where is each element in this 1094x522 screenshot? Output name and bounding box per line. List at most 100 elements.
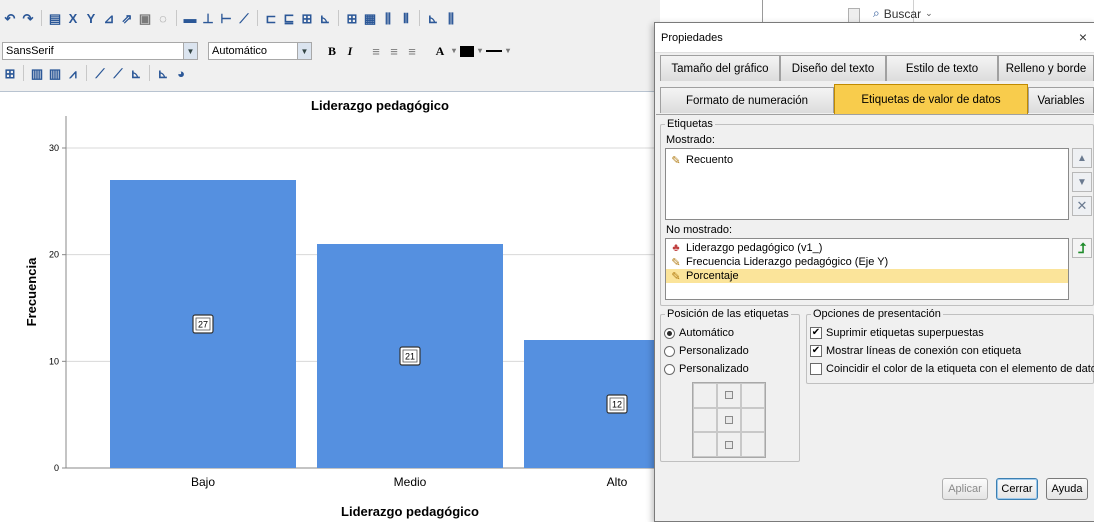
- stacked-icon[interactable]: ⫴: [398, 10, 414, 26]
- tab-variables[interactable]: Variables: [1028, 87, 1094, 113]
- checkbox-match-color[interactable]: Coincidir el color de la etiqueta con el…: [810, 363, 1094, 375]
- grid-cell[interactable]: [717, 432, 741, 457]
- move-up-button[interactable]: ▲: [1072, 148, 1092, 168]
- remove-button[interactable]: ✕: [1072, 196, 1092, 216]
- grid-icon[interactable]: ▦: [362, 10, 378, 26]
- grid-cell[interactable]: [693, 383, 717, 408]
- italic-button[interactable]: I: [342, 44, 358, 59]
- radio-button[interactable]: [664, 327, 675, 339]
- tab-chart-size[interactable]: Tamaño del gráfico: [660, 55, 780, 81]
- radio-custom-2[interactable]: Personalizado: [664, 363, 749, 375]
- apply-button[interactable]: Aplicar: [942, 478, 988, 500]
- area-icon[interactable]: ⊾: [128, 65, 144, 81]
- search-icon: ⌕: [873, 6, 880, 20]
- text-color-button[interactable]: A: [432, 44, 448, 59]
- align-right-icon[interactable]: ≡: [404, 43, 420, 59]
- move-down-button[interactable]: ▼: [1072, 172, 1092, 192]
- line-style-swatch[interactable]: [486, 50, 502, 52]
- tab-number-format[interactable]: Formato de numeración: [660, 87, 834, 113]
- checkbox[interactable]: ✔: [810, 345, 822, 357]
- chevron-down-icon[interactable]: ▾: [450, 43, 458, 59]
- undo-icon[interactable]: ↶: [2, 10, 18, 26]
- radio-automatic[interactable]: Automático: [664, 327, 734, 339]
- pie-icon[interactable]: ◕: [173, 65, 189, 81]
- chart-canvas[interactable]: Liderazgo pedagógico 0 10 20 30 Bajo 27 Medio 21…: [0, 92, 660, 522]
- bar-labels-icon[interactable]: ⫼: [380, 10, 396, 26]
- align-bottom-icon[interactable]: ⊾: [425, 10, 441, 26]
- scatter-fit-icon[interactable]: ⟋: [110, 65, 126, 81]
- close-button[interactable]: Cerrar: [996, 478, 1038, 500]
- transpose-icon[interactable]: ⇗: [119, 10, 135, 26]
- grid-cell[interactable]: [693, 407, 717, 433]
- bar-chart-icon[interactable]: ▥: [29, 65, 45, 81]
- title-icon[interactable]: ⊏: [263, 10, 279, 26]
- align-left-icon[interactable]: ≡: [368, 43, 384, 59]
- list-item[interactable]: ♣ Liderazgo pedagógico (v1_): [666, 241, 1068, 255]
- redo-icon[interactable]: ↷: [20, 10, 36, 26]
- search-box[interactable]: ⌕ Buscar ⌄: [873, 6, 933, 21]
- list-item-selected[interactable]: ✎ Porcentaje: [666, 269, 1068, 283]
- columns-icon[interactable]: ⫼: [443, 10, 459, 26]
- bar[interactable]: [524, 340, 660, 468]
- bar-chart[interactable]: Liderazgo pedagógico 0 10 20 30 Bajo 27 Medio 21…: [0, 92, 660, 522]
- grid-cell[interactable]: [693, 432, 717, 457]
- grid-cell[interactable]: [741, 432, 765, 457]
- data-grid-icon[interactable]: ⊞: [2, 65, 18, 81]
- footnote-icon[interactable]: ⊞: [299, 10, 315, 26]
- fill-color-swatch[interactable]: [460, 45, 474, 57]
- checkbox-connection-lines[interactable]: ✔ Mostrar líneas de conexión con etiquet…: [810, 345, 1021, 357]
- x-axis-icon[interactable]: X: [65, 10, 81, 26]
- chevron-down-icon[interactable]: ▾: [504, 43, 512, 59]
- tab-text-layout[interactable]: Diseño del texto: [780, 55, 886, 81]
- grid-cell[interactable]: [717, 383, 741, 408]
- reference-line-y-icon[interactable]: ⊥: [200, 10, 216, 26]
- lasso-icon[interactable]: ◌: [155, 10, 171, 26]
- shown-list[interactable]: ✎ Recuento: [665, 148, 1069, 220]
- radio-custom[interactable]: Personalizado: [664, 345, 749, 357]
- properties-icon[interactable]: ▤: [47, 10, 63, 26]
- chevron-down-icon: ⌄: [925, 8, 933, 18]
- line-chart-icon[interactable]: ⩘: [65, 65, 81, 81]
- list-item[interactable]: ✎ Frecuencia Liderazgo pedagógico (Eje Y…: [666, 255, 1068, 269]
- radio-button[interactable]: [664, 345, 675, 357]
- reference-line-x-icon[interactable]: ⊢: [218, 10, 234, 26]
- close-icon[interactable]: ×: [1079, 29, 1087, 45]
- fit-line-icon[interactable]: ⟋: [236, 10, 252, 26]
- marker-icon: [725, 440, 733, 449]
- tab-data-value-labels[interactable]: Etiquetas de valor de datos: [834, 84, 1028, 114]
- scale-icon[interactable]: ⊿: [101, 10, 117, 26]
- radio-button[interactable]: [664, 363, 675, 375]
- checkbox[interactable]: [810, 363, 822, 375]
- align-center-icon[interactable]: ≡: [386, 43, 402, 59]
- shown-label: Mostrado:: [666, 134, 715, 146]
- list-item[interactable]: ✎ Recuento: [666, 153, 1068, 167]
- chevron-down-icon[interactable]: ▼: [183, 43, 197, 59]
- bar-chart-alt-icon[interactable]: ▥: [47, 65, 63, 81]
- hidden-list[interactable]: ♣ Liderazgo pedagógico (v1_) ✎ Frecuenci…: [665, 238, 1069, 300]
- y-axis-icon[interactable]: Y: [83, 10, 99, 26]
- add-button[interactable]: ⮥: [1072, 238, 1092, 258]
- data-table-icon[interactable]: ⊞: [344, 10, 360, 26]
- grid-cell[interactable]: [717, 407, 741, 433]
- checkbox-suppress-overlap[interactable]: ✔ Suprimir etiquetas superpuestas: [810, 327, 984, 339]
- legend-icon[interactable]: ⊾: [317, 10, 333, 26]
- histogram-icon[interactable]: ⊾: [155, 65, 171, 81]
- grid-cell[interactable]: [741, 407, 765, 433]
- font-name-select[interactable]: SansSerif ▼: [2, 42, 198, 60]
- bold-button[interactable]: B: [324, 44, 340, 59]
- chevron-down-icon[interactable]: ▼: [297, 43, 311, 59]
- radio-label: Automático: [679, 327, 735, 339]
- tab-fill-border[interactable]: Relleno y borde: [998, 55, 1094, 81]
- frame-icon[interactable]: ▣: [137, 10, 153, 26]
- help-button[interactable]: Ayuda: [1046, 478, 1088, 500]
- text-box-icon[interactable]: ▬: [182, 10, 198, 26]
- chevron-down-icon[interactable]: ▾: [476, 43, 484, 59]
- font-size-select[interactable]: Automático ▼: [208, 42, 312, 60]
- scatter-icon[interactable]: ⟋: [92, 65, 108, 81]
- position-grid[interactable]: [692, 382, 766, 458]
- pencil-icon: ✎: [671, 270, 681, 283]
- checkbox[interactable]: ✔: [810, 327, 822, 339]
- subtitle-icon[interactable]: ⊑: [281, 10, 297, 26]
- tab-text-style[interactable]: Estilo de texto: [886, 55, 998, 81]
- grid-cell[interactable]: [741, 383, 765, 408]
